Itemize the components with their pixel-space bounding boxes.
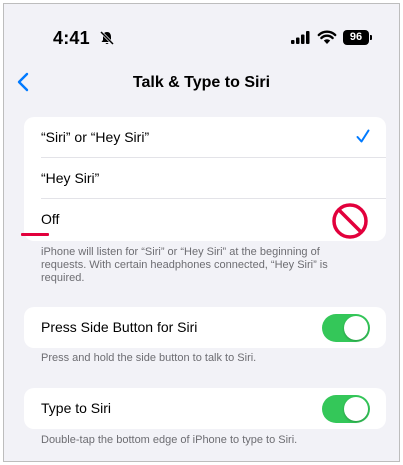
type-to-siri-group: Type to Siri <box>24 388 386 429</box>
type-to-siri-footer: Double-tap the bottom edge of iPhone to … <box>41 434 298 446</box>
side-button-group: Press Side Button for Siri <box>24 307 386 348</box>
side-button-row: Press Side Button for Siri <box>24 307 386 348</box>
listen-options-footer: iPhone will listen for “Siri” or “Hey Si… <box>41 246 371 285</box>
option-label: Off <box>41 211 60 227</box>
type-to-siri-toggle[interactable] <box>322 395 370 423</box>
option-label: “Hey Siri” <box>41 170 100 186</box>
type-to-siri-label: Type to Siri <box>41 400 112 416</box>
side-button-footer: Press and hold the side button to talk t… <box>41 352 257 364</box>
side-button-toggle[interactable] <box>322 314 370 342</box>
page-title: Talk & Type to Siri <box>132 74 271 91</box>
toggle-knob <box>344 316 368 340</box>
silent-bell-icon <box>99 30 115 46</box>
cellular-signal-icon <box>291 31 310 44</box>
battery-tip <box>370 35 372 40</box>
toggle-knob <box>344 397 368 421</box>
footer-line: required. <box>41 272 85 284</box>
phone-screen: 4:41 96 Talk & Type to Siri “Siri” or “H… <box>3 3 400 462</box>
status-bar: 4:41 96 <box>4 4 399 66</box>
status-time: 4:41 <box>53 28 90 48</box>
option-hey-siri[interactable]: “Hey Siri” <box>24 158 386 199</box>
type-to-siri-row: Type to Siri <box>24 388 386 429</box>
annotation-underline <box>21 233 49 236</box>
battery-indicator: 96 <box>343 30 369 45</box>
checkmark-icon <box>356 129 370 143</box>
option-label: “Siri” or “Hey Siri” <box>41 129 150 145</box>
wifi-icon <box>317 30 337 44</box>
prohibited-icon <box>332 203 368 239</box>
option-siri-or-hey-siri[interactable]: “Siri” or “Hey Siri” <box>24 117 386 158</box>
side-button-label: Press Side Button for Siri <box>41 319 198 335</box>
footer-line: iPhone will listen for “Siri” or “Hey Si… <box>41 246 320 258</box>
footer-line: requests. With certain headphones connec… <box>41 259 328 271</box>
